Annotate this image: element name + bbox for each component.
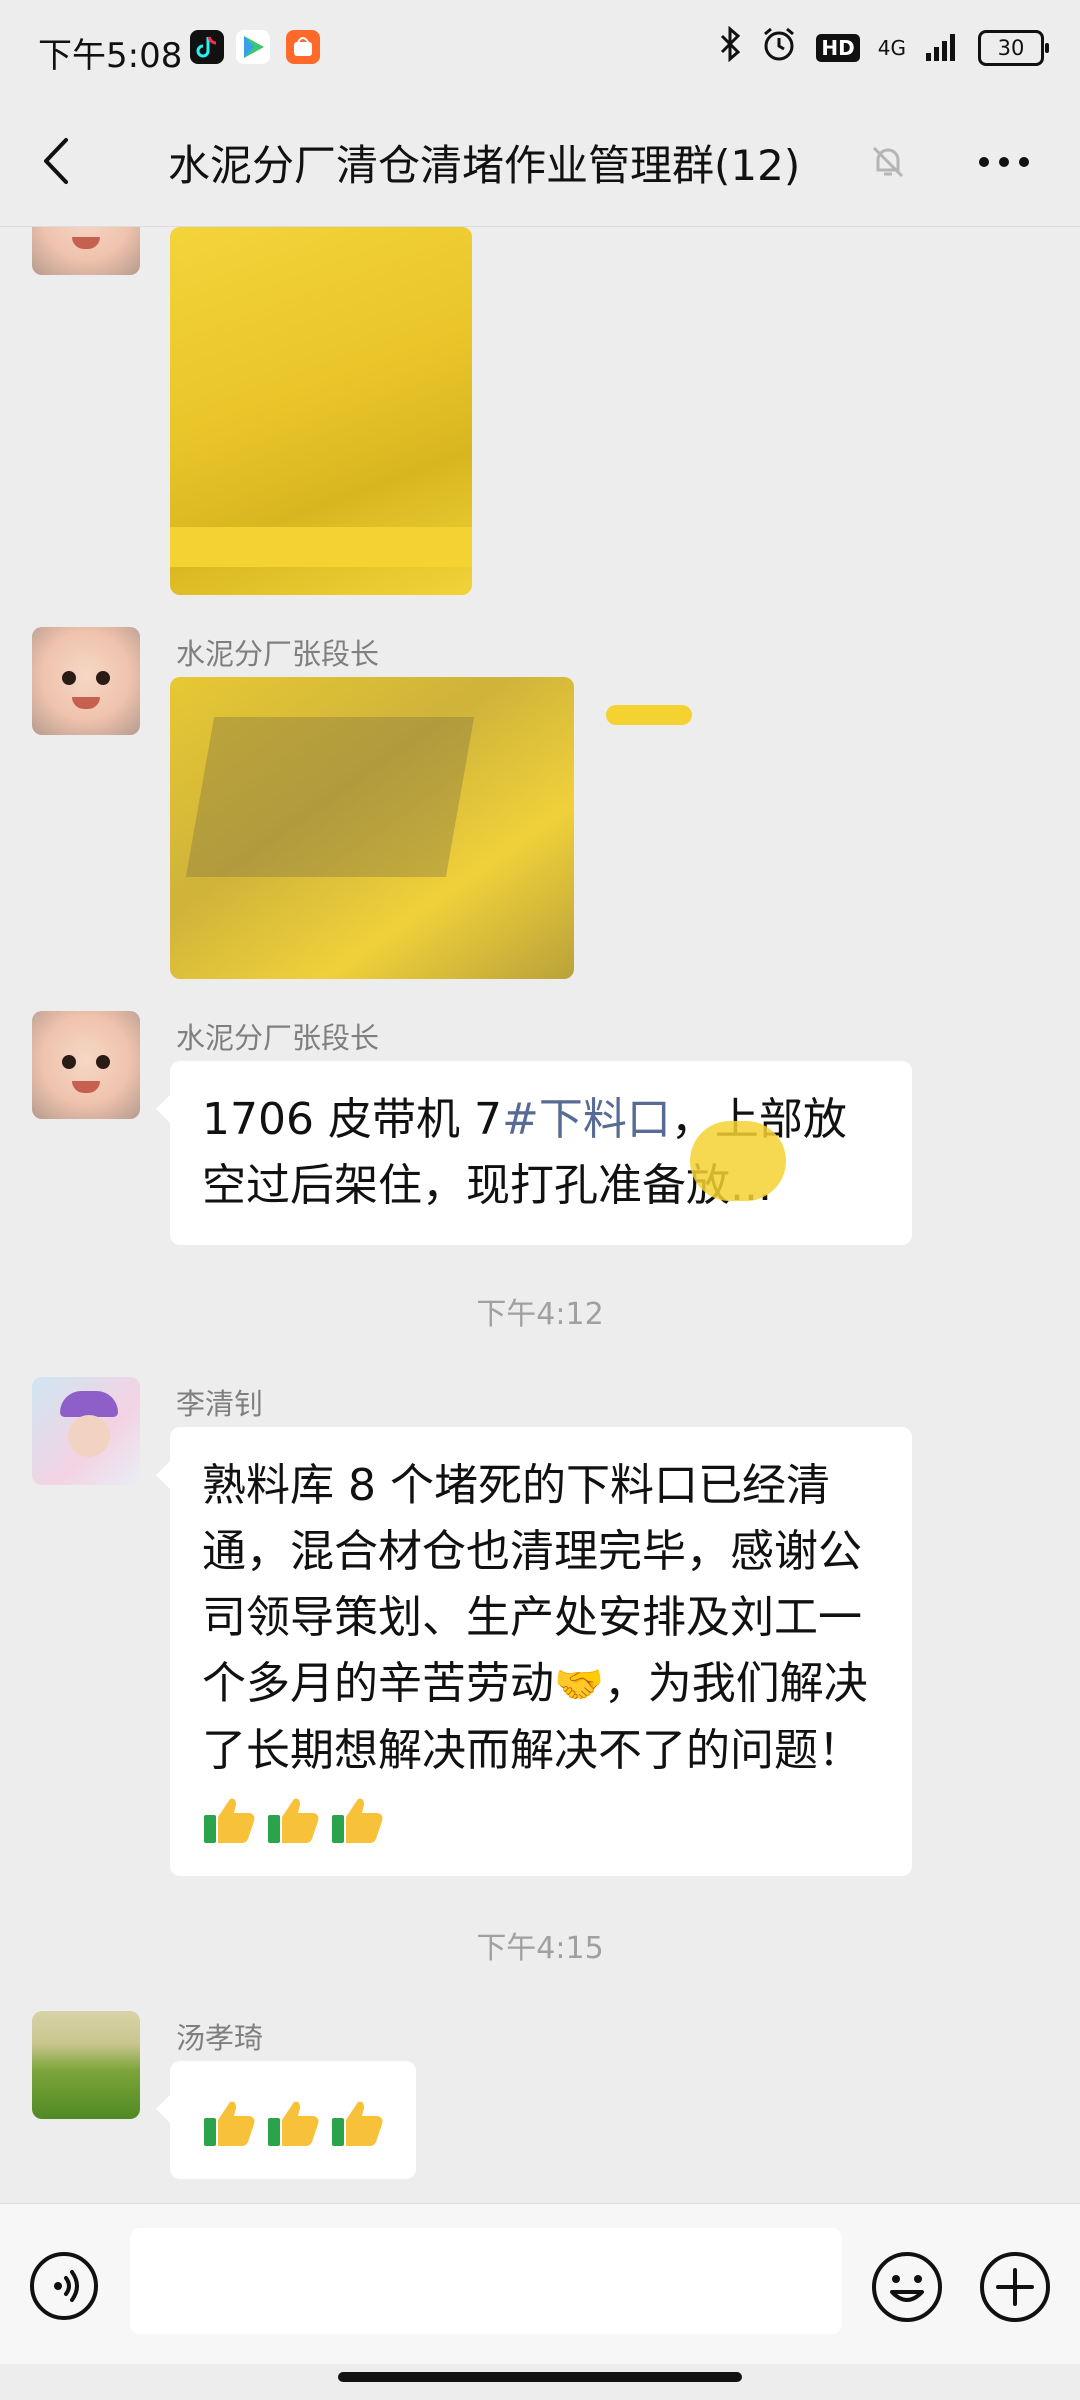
thumbs-up-icon [268, 2101, 319, 2146]
thumbs-up-icon [268, 1798, 319, 1843]
image-message[interactable] [170, 677, 574, 979]
bluetooth-icon [718, 25, 742, 70]
thumbs-up-icon [204, 2101, 255, 2146]
network-label: 4G [877, 36, 906, 60]
timestamp: 下午4:12 [476, 1297, 604, 1332]
sender-name: 汤孝琦 [176, 2021, 264, 2055]
back-arrow-icon[interactable] [36, 136, 76, 186]
chat-header: 水泥分厂清仓清堵作业管理群(12) [0, 96, 1080, 227]
chat-area[interactable]: 水泥分厂张段长 水泥分厂张段长 1706 皮带机 7#下料口，上部放空过后架住，… [0, 227, 1080, 2202]
more-dots-icon[interactable] [976, 154, 1032, 170]
message-text: 1706 皮带机 7 [202, 1094, 502, 1145]
battery-indicator: 30 [978, 30, 1049, 66]
thumbs-up-icon [332, 2101, 383, 2146]
input-bar [0, 2203, 1080, 2364]
text-message[interactable]: 熟料库 8 个堵死的下料口已经清通，混合材仓也清理完毕，感谢公司领导策划、生产处… [156, 1427, 912, 1876]
thumbs-up-icon [332, 1798, 383, 1843]
status-bar: 下午5:08 HD 4G 30 [0, 0, 1080, 96]
sender-name: 水泥分厂张段长 [176, 637, 380, 671]
avatar[interactable] [32, 1377, 140, 1485]
home-indicator[interactable] [338, 2372, 742, 2382]
emoji-icon[interactable] [870, 2250, 944, 2324]
tiktok-app-icon [190, 30, 224, 64]
image-message[interactable] [170, 227, 472, 595]
avatar[interactable] [32, 227, 140, 275]
hd-badge: HD [816, 34, 860, 62]
message-input[interactable] [130, 2228, 842, 2334]
hashtag-link[interactable]: #下料口 [502, 1094, 671, 1145]
sender-name: 水泥分厂张段长 [176, 1021, 380, 1055]
voice-icon[interactable] [28, 2250, 100, 2322]
text-message[interactable] [156, 2061, 416, 2179]
thumbs-up-row [202, 2096, 384, 2148]
signal-icon [924, 31, 960, 65]
avatar[interactable] [32, 627, 140, 735]
bell-muted-icon [868, 142, 908, 182]
avatar[interactable] [32, 2011, 140, 2119]
alarm-icon [760, 25, 798, 71]
redaction-mark [690, 1121, 786, 1201]
handshake-emoji: 🤝 [554, 1662, 604, 1708]
thumbs-up-icon [204, 1798, 255, 1843]
status-time: 下午5:08 [38, 36, 183, 76]
redaction-mark [606, 705, 692, 725]
thumbs-up-row [202, 1793, 384, 1845]
plus-icon[interactable] [978, 2250, 1052, 2324]
avatar[interactable] [32, 1011, 140, 1119]
sender-name: 李清钊 [176, 1387, 264, 1421]
video-app-icon [236, 30, 270, 64]
shopping-app-icon [286, 30, 320, 64]
timestamp: 下午4:15 [476, 1931, 604, 1966]
chat-title: 水泥分厂清仓清堵作业管理群(12) [168, 141, 801, 190]
text-message[interactable]: 1706 皮带机 7#下料口，上部放空过后架住，现打孔准备放... [156, 1061, 912, 1245]
status-icons: HD 4G 30 [718, 25, 1049, 71]
